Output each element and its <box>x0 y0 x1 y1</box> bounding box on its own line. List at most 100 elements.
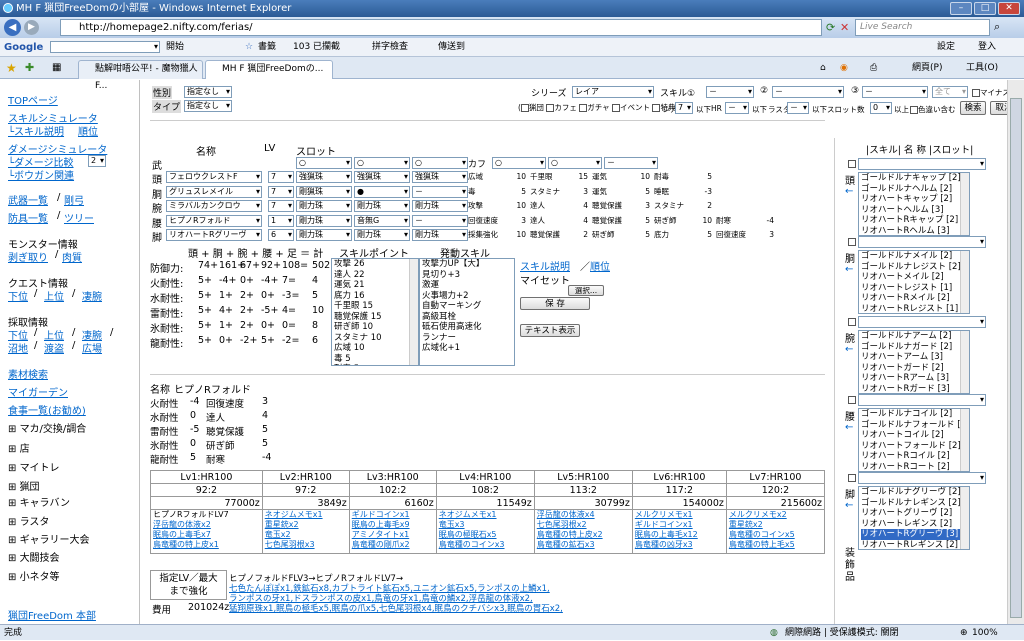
arrow-left-icon[interactable]: ← <box>845 344 853 355</box>
send-to-button[interactable]: 傳送到 <box>438 38 465 57</box>
popup-blocked[interactable]: 103 已攔截 <box>293 38 340 57</box>
nav-rank[interactable]: 順位 <box>78 123 98 138</box>
group-checkbox[interactable] <box>848 160 856 168</box>
active-skill-item[interactable]: 砥石使用高速化 <box>422 322 514 333</box>
skill-point-item[interactable]: 千里眼 15 <box>334 301 418 312</box>
armor-slot-select[interactable]: 剛力珠 <box>354 200 410 212</box>
nav-ex-5[interactable]: ⊞ ラスタ <box>8 513 49 528</box>
nav-quest-low[interactable]: 下位 <box>8 288 28 303</box>
active-skills-list[interactable]: 攻撃力UP【大】 見切り+3 激運 火事場力+2 自動マーキング 高級耳栓 砥石使用高速化ラ… <box>419 258 515 366</box>
material-link[interactable]: 七色尾羽根x3 <box>265 540 347 550</box>
maximize-icon[interactable]: □ <box>974 2 996 15</box>
zoom-level[interactable]: 100% <box>972 625 998 641</box>
enhance-line-3[interactable]: 猛翔原珠x1,眠鳥の極毛x5,眠鳥の爪x5,七色尾羽根x4,眠鳥のクチバシx3,… <box>229 602 563 614</box>
search-input[interactable]: Live Search <box>855 19 990 36</box>
armor-list-item[interactable]: リオハートレギンス [2] <box>861 519 969 530</box>
save-button[interactable]: 保 存 <box>520 297 590 310</box>
armor-list-item[interactable]: ゴールドルナガード [2] <box>861 342 969 353</box>
material-link[interactable]: 七色尾羽根x2 <box>537 520 630 530</box>
google-login[interactable]: 登入 <box>978 38 996 57</box>
refresh-icon[interactable]: ⟳ <box>826 21 835 34</box>
armor-list-item[interactable]: リオハートRグリーヴ [3] <box>861 529 969 540</box>
forward-icon[interactable]: ▶ <box>24 20 39 35</box>
material-link[interactable]: 重星銃x2 <box>729 520 822 530</box>
nav-ex-1[interactable]: ⊞ 店 <box>8 440 30 455</box>
material-link[interactable]: 鳥竜種の特上毛x5 <box>729 540 822 550</box>
armor-list-item[interactable]: リオハートRキャップ [2] <box>861 215 969 226</box>
armor-slot-select[interactable]: 剛力珠 <box>412 229 468 241</box>
weapon-slot-select[interactable]: ○ <box>412 157 468 169</box>
search-button[interactable]: 検索 <box>960 101 986 115</box>
bookmarks-menu[interactable]: 書籤 <box>258 38 276 57</box>
armor-list-item[interactable]: リオハートアーム [3] <box>861 352 969 363</box>
minimize-icon[interactable]: – <box>950 2 972 15</box>
type-select[interactable]: 指定なし <box>184 100 232 112</box>
search-icon[interactable]: ⌕ <box>994 20 1000 34</box>
nav-tree[interactable]: ツリー <box>64 210 94 225</box>
group-checkbox[interactable] <box>848 474 856 482</box>
stop-icon[interactable]: ✕ <box>840 21 849 34</box>
material-link[interactable]: 眠鳥の極眠石x5 <box>439 530 532 540</box>
nav-ex-6[interactable]: ⊞ ギャラリー大会 <box>8 531 90 546</box>
nav-rare[interactable]: 剛弓 <box>64 192 84 207</box>
armor-slot-select[interactable]: 剛力珠 <box>296 200 352 212</box>
armor-list-item[interactable]: ゴールドルナグリーヴ [2] <box>861 487 969 498</box>
skill-point-item[interactable]: 耐毒 5 <box>334 364 418 365</box>
listbox-scrollbar[interactable] <box>960 487 969 549</box>
armor-list-item[interactable]: ゴールドルナメイル [2] <box>861 251 969 262</box>
armor-list-item[interactable]: リオハートガード [2] <box>861 363 969 374</box>
skill-points-list[interactable]: 攻撃 26 達人 22 運気 21 底力 16 千里眼 15 聴覚保護 15 研ぎ師 10 ス… <box>331 258 419 366</box>
armor-list-item[interactable]: ゴールドルナレギンス [2] <box>861 498 969 509</box>
armor-list-item[interactable]: リオハートフォールド [2] <box>861 441 969 452</box>
active-skill-item[interactable]: 火事場力+2 <box>422 291 514 302</box>
armor-list-item[interactable]: リオハートコイル [2] <box>861 430 969 441</box>
page-menu[interactable]: 網頁(P) <box>912 57 942 79</box>
all-select[interactable]: 全て <box>932 86 968 98</box>
armor-list-item[interactable]: リオハートRアーム [3] <box>861 373 969 384</box>
nav-ex-8[interactable]: ⊞ 小ネタ等 <box>8 568 60 583</box>
material-link[interactable]: メルクリメモx2 <box>729 510 822 520</box>
armor-name-select[interactable]: リオハートRグリーヴ <box>166 229 262 241</box>
google-search-input[interactable] <box>50 41 160 53</box>
cuff-slot-select[interactable]: － <box>604 157 658 169</box>
armor-listbox[interactable]: ゴールドルナメイル [2] ゴールドルナレジスト [2] リオハートメイル [2] リ… <box>858 250 970 314</box>
skill-point-item[interactable]: 達人 22 <box>334 270 418 281</box>
check-guild[interactable] <box>520 104 529 112</box>
spellcheck-button[interactable]: 拼字檢查 <box>372 38 408 57</box>
cuff-slot-select[interactable]: ○ <box>492 157 546 169</box>
armor-lv-select[interactable]: 7 <box>268 200 294 212</box>
skill3-select[interactable]: － <box>862 86 928 98</box>
add-favorite-icon[interactable]: ✚ <box>25 57 34 79</box>
nav-ex-4[interactable]: ⊞ キャラバン <box>8 494 70 509</box>
group-checkbox[interactable] <box>848 396 856 404</box>
back-icon[interactable]: ◀ <box>4 19 21 36</box>
armor-list-item[interactable]: ゴールドルナヘルム [2] <box>861 184 969 195</box>
weapon-slot-select[interactable]: ○ <box>354 157 410 169</box>
arrow-left-icon[interactable]: ← <box>845 264 853 275</box>
skill-desc-link[interactable]: スキル説明 <box>520 258 570 273</box>
nav-gather-swamp[interactable]: 沼地 <box>8 340 28 355</box>
material-link[interactable]: 鳥竜種の凶牙x3 <box>635 540 724 550</box>
cuff-slot-select[interactable]: ○ <box>548 157 602 169</box>
material-link[interactable]: 鳥竜種のコインx5 <box>729 530 822 540</box>
active-skill-item[interactable]: 自動マーキング <box>422 301 514 312</box>
armor-name-select[interactable]: ヒプノRフォルド <box>166 215 262 227</box>
armor-lv-select[interactable]: 6 <box>268 229 294 241</box>
skill-point-item[interactable]: スタミナ 10 <box>334 333 418 344</box>
skill-point-item[interactable]: 研ぎ師 10 <box>334 322 418 333</box>
nav-gather-plaza[interactable]: 広場 <box>82 340 102 355</box>
armor-list-item[interactable]: リオハートRガード [3] <box>861 384 969 394</box>
group-checkbox[interactable] <box>848 238 856 246</box>
arrow-left-icon[interactable]: ← <box>845 422 853 433</box>
skill-point-item[interactable]: 毒 5 <box>334 354 418 365</box>
nav-materials[interactable]: 素材検索 <box>8 366 48 381</box>
active-skill-item[interactable]: 激運 <box>422 280 514 291</box>
check-event[interactable] <box>612 104 621 112</box>
arrow-left-icon[interactable]: ← <box>845 500 853 511</box>
nav-ex-3[interactable]: ⊞ 猟団 <box>8 478 40 493</box>
nav-quest-high[interactable]: 上位 <box>44 288 64 303</box>
nav-bowgun[interactable]: └ボウガン関連 <box>8 167 74 182</box>
active-skill-item[interactable]: 攻撃力UP【大】 <box>422 259 514 270</box>
armor-listbox[interactable]: ゴールドルナアーム [2] ゴールドルナガード [2] リオハートアーム [3] リオ… <box>858 330 970 394</box>
slot-select[interactable]: 0 <box>870 102 892 114</box>
